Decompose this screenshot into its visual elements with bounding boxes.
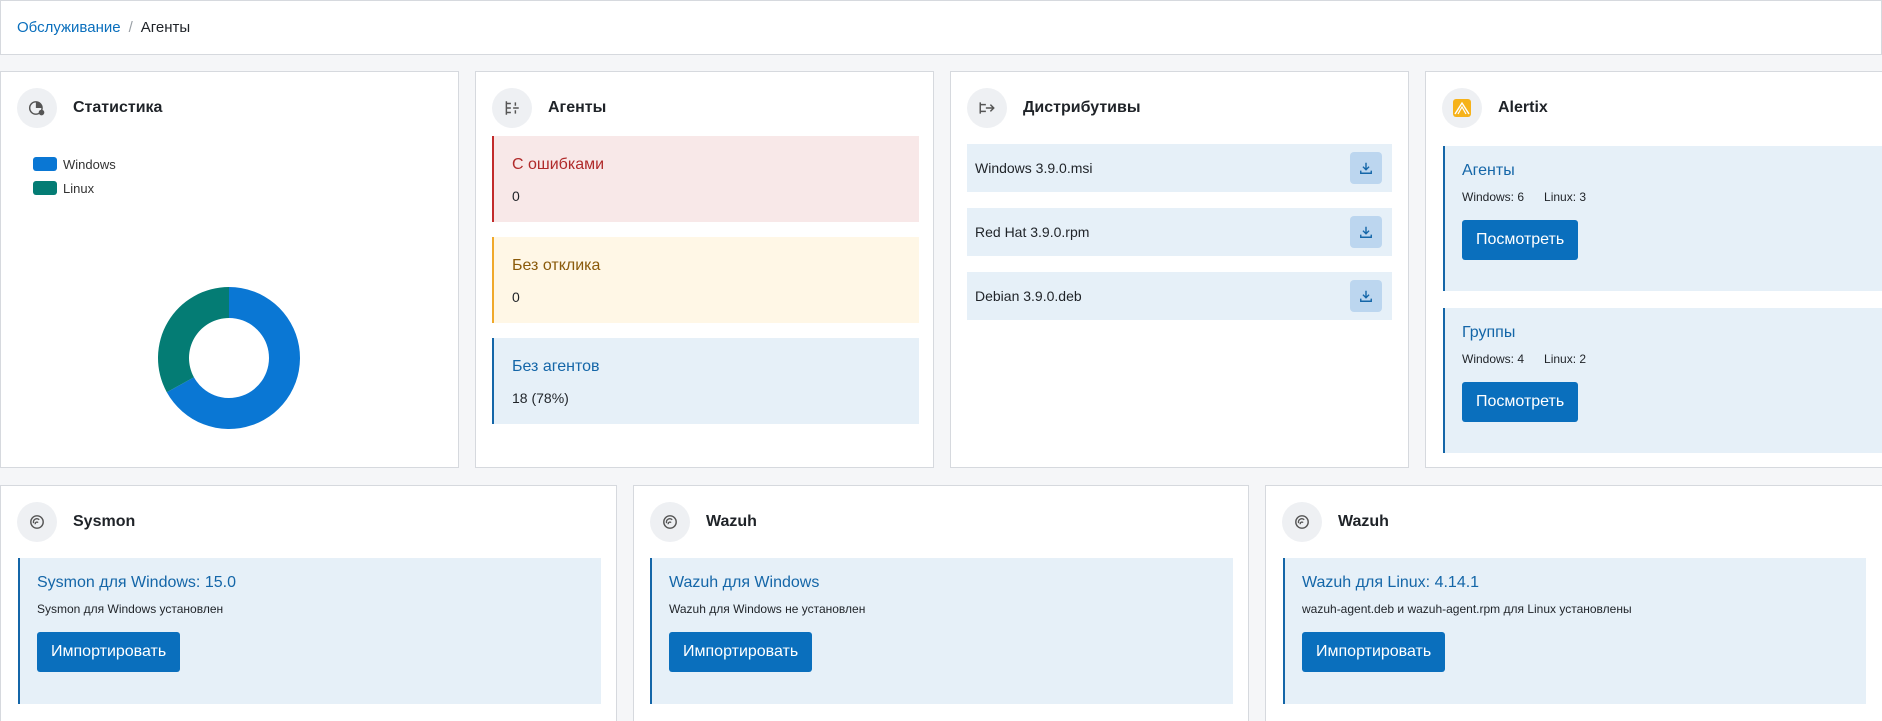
- wazuh-icon: [1282, 502, 1322, 542]
- distribution-name: Red Hat 3.9.0.rpm: [975, 224, 1090, 240]
- wazuh-linux-title: Wazuh: [1338, 513, 1389, 530]
- alertix-agents-panel: Агенты Windows: 6 Linux: 3 Посмотреть: [1443, 146, 1882, 291]
- sysmon-status: Sysmon для Windows установлен: [37, 602, 224, 616]
- status-errors-label: С ошибками: [512, 156, 605, 173]
- status-no-response-value: 0: [512, 289, 520, 305]
- breadcrumb-separator: /: [128, 19, 133, 36]
- distribution-name: Windows 3.9.0.msi: [975, 160, 1093, 176]
- download-icon: [1360, 290, 1372, 302]
- import-sysmon-button[interactable]: Импортировать: [37, 632, 181, 672]
- status-no-agents-label: Без агентов: [512, 358, 600, 375]
- chart-icon: [17, 88, 57, 128]
- wazuh-icon: [650, 502, 690, 542]
- windows-count: Windows: 6: [1462, 190, 1525, 204]
- agents-header: Агенты: [492, 88, 606, 128]
- distributions-card: Дистрибутивы Windows 3.9.0.msi Red Hat 3…: [950, 71, 1409, 468]
- alertix-card: Alertix Агенты Windows: 6 Linux: 3 Посмот…: [1425, 71, 1882, 468]
- distribution-icon: [967, 88, 1007, 128]
- sysmon-card: Sysmon Sysmon для Windows: 15.0 Sysmon д…: [0, 485, 617, 721]
- alertix-header: Alertix: [1442, 88, 1548, 128]
- distribution-item-redhat: Red Hat 3.9.0.rpm: [967, 208, 1392, 256]
- agents-donut-chart: [158, 287, 300, 429]
- sysmon-header: Sysmon: [17, 502, 135, 542]
- breadcrumb-current: Агенты: [140, 19, 191, 36]
- statistics-card: Статистика Windows Linux: [0, 71, 459, 468]
- linux-count: Linux: 3: [1544, 190, 1587, 204]
- status-no-response[interactable]: Без отклика 0: [492, 237, 919, 323]
- wazuh-windows-heading[interactable]: Wazuh для Windows: [669, 574, 1216, 592]
- wazuh-windows-panel: Wazuh для Windows Wazuh для Windows не у…: [650, 558, 1233, 704]
- statistics-title: Статистика: [73, 99, 163, 116]
- wazuh-linux-header: Wazuh: [1282, 502, 1389, 542]
- alertix-agents-counts: Windows: 6 Linux: 3: [1462, 190, 1866, 204]
- wazuh-linux-status: wazuh-agent.deb и wazuh-agent.rpm для Li…: [1302, 602, 1632, 616]
- distributions-title: Дистрибутивы: [1023, 99, 1141, 116]
- status-errors-value: 0: [512, 188, 520, 204]
- agents-icon: [492, 88, 532, 128]
- wazuh-linux-heading[interactable]: Wazuh для Linux: 4.14.1: [1302, 574, 1849, 592]
- windows-count: Windows: 4: [1462, 352, 1525, 366]
- legend-label-windows: Windows: [63, 156, 116, 172]
- status-no-response-label: Без отклика: [512, 257, 601, 274]
- legend-swatch-windows: [33, 157, 57, 171]
- sysmon-icon: [17, 502, 57, 542]
- status-errors[interactable]: С ошибками 0: [492, 136, 919, 222]
- legend-item-windows[interactable]: Windows: [33, 152, 116, 176]
- distribution-item-debian: Debian 3.9.0.deb: [967, 272, 1392, 320]
- alertix-groups-panel: Группы Windows: 4 Linux: 2 Посмотреть: [1443, 308, 1882, 453]
- status-no-agents[interactable]: Без агентов 18 (78%): [492, 338, 919, 424]
- agents-title: Агенты: [548, 99, 607, 116]
- distributions-header: Дистрибутивы: [967, 88, 1141, 128]
- distribution-name: Debian 3.9.0.deb: [975, 288, 1082, 304]
- wazuh-windows-title: Wazuh: [706, 513, 757, 530]
- breadcrumb-link-maintenance[interactable]: Обслуживание: [17, 19, 121, 36]
- wazuh-windows-status: Wazuh для Windows не установлен: [669, 602, 866, 616]
- wazuh-linux-panel: Wazuh для Linux: 4.14.1 wazuh-agent.deb …: [1283, 558, 1866, 704]
- download-button[interactable]: [1350, 152, 1382, 184]
- alertix-groups-counts: Windows: 4 Linux: 2: [1462, 352, 1866, 366]
- sysmon-title: Sysmon: [73, 513, 136, 530]
- download-button[interactable]: [1350, 280, 1382, 312]
- alertix-logo: [1442, 88, 1482, 128]
- alertix-title: Alertix: [1498, 99, 1548, 116]
- view-agents-button[interactable]: Посмотреть: [1462, 220, 1579, 260]
- sysmon-heading[interactable]: Sysmon для Windows: 15.0: [37, 574, 584, 592]
- wazuh-windows-header: Wazuh: [650, 502, 757, 542]
- legend-item-linux[interactable]: Linux: [33, 176, 116, 200]
- import-wazuh-windows-button[interactable]: Импортировать: [669, 632, 813, 672]
- statistics-header: Статистика: [17, 88, 162, 128]
- wazuh-linux-card: Wazuh Wazuh для Linux: 4.14.1 wazuh-agen…: [1265, 485, 1882, 721]
- download-icon: [1360, 162, 1372, 174]
- legend-label-linux: Linux: [63, 180, 95, 196]
- breadcrumb: Обслуживание / Агенты: [0, 0, 1882, 55]
- agents-card: Агенты С ошибками 0 Без отклика 0 Без аг…: [475, 71, 934, 468]
- distribution-item-windows: Windows 3.9.0.msi: [967, 144, 1392, 192]
- sysmon-panel: Sysmon для Windows: 15.0 Sysmon для Wind…: [18, 558, 601, 704]
- donut-slice-linux[interactable]: [158, 287, 229, 393]
- import-wazuh-linux-button[interactable]: Импортировать: [1302, 632, 1446, 672]
- download-button[interactable]: [1350, 216, 1382, 248]
- download-icon: [1360, 226, 1372, 238]
- chart-legend: Windows Linux: [33, 152, 116, 200]
- alertix-groups-title[interactable]: Группы: [1462, 324, 1866, 342]
- status-no-agents-value: 18 (78%): [512, 390, 569, 406]
- alertix-agents-title[interactable]: Агенты: [1462, 162, 1866, 180]
- wazuh-windows-card: Wazuh Wazuh для Windows Wazuh для Window…: [633, 485, 1249, 721]
- linux-count: Linux: 2: [1544, 352, 1587, 366]
- view-groups-button[interactable]: Посмотреть: [1462, 382, 1579, 422]
- legend-swatch-linux: [33, 181, 57, 195]
